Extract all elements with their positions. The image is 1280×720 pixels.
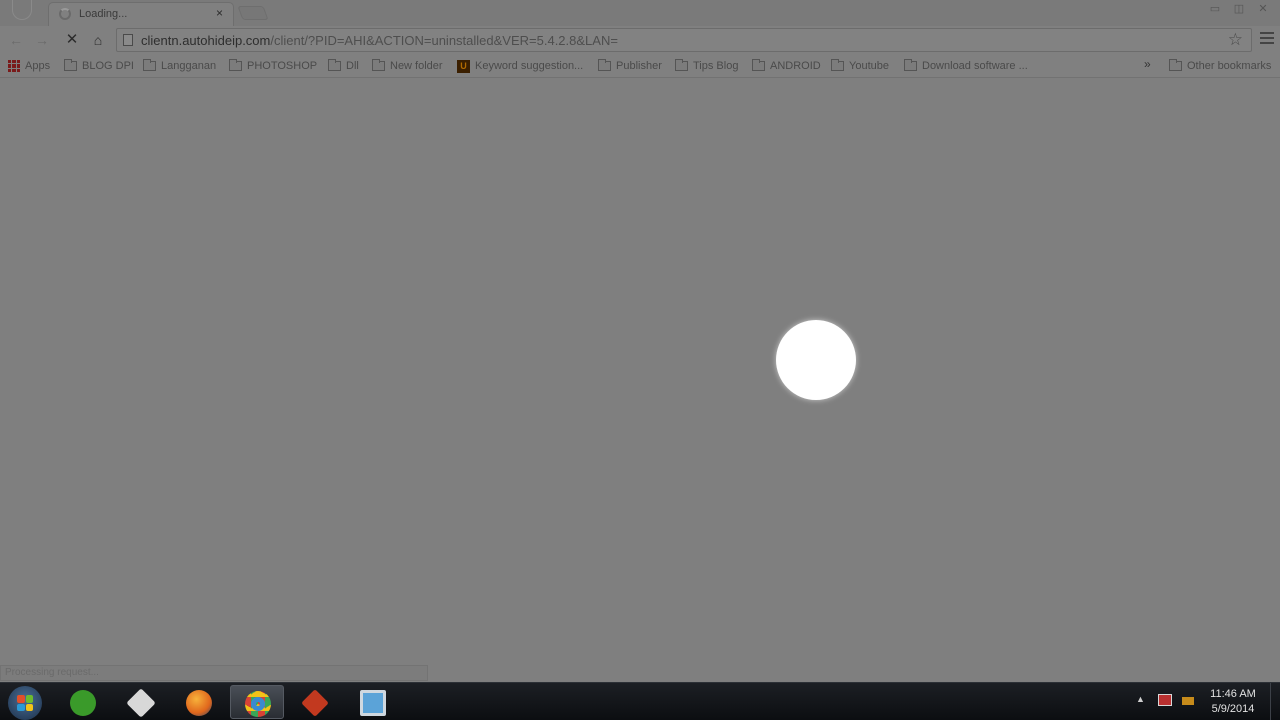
show-desktop-button[interactable] (1270, 683, 1280, 720)
maximize-button[interactable]: ◫ (1228, 1, 1250, 17)
bookmark-label: New folder (390, 60, 443, 72)
bookmark-label: Langganan (161, 60, 217, 72)
chrome-icon (245, 691, 271, 717)
bookmarks-bar: Apps BLOG DPI Langganan PHOTOSHOP Dll Ne… (0, 54, 1280, 78)
back-button[interactable]: ← (6, 30, 26, 50)
profile-icon[interactable] (12, 0, 32, 20)
clock-date: 5/9/2014 (1211, 703, 1255, 715)
screen: Loading... × ▭ ◫ ✕ ← → ✕ ⌂ clientn.autoh… (0, 0, 1280, 720)
tab-strip: Loading... × ▭ ◫ ✕ (0, 0, 1280, 26)
close-window-button[interactable]: ✕ (1252, 1, 1274, 17)
tool-app-icon (301, 689, 329, 717)
taskbar-app-active[interactable] (230, 685, 284, 719)
other-bookmarks-label: Other bookmarks (1187, 60, 1272, 72)
cursor-highlight (776, 320, 856, 400)
firefox-icon (186, 690, 212, 716)
window-controls: ▭ ◫ ✕ (1204, 1, 1274, 17)
tab-title: Loading... (79, 8, 128, 20)
forward-button[interactable]: → (32, 30, 52, 50)
page-content (0, 79, 1280, 682)
bookmark-label: Tips Blog (693, 60, 739, 72)
address-url[interactable]: clientn.autohideip.com/client/?PID=AHI&A… (141, 33, 618, 48)
url-path: /client/?PID=AHI&ACTION=uninstalled&VER=… (270, 33, 618, 48)
bookmark-folder[interactable]: New folder (372, 58, 443, 74)
stop-loading-button[interactable]: ✕ (62, 30, 82, 50)
taskbar-app[interactable] (56, 685, 110, 719)
bookmark-label: PHOTOSHOP (247, 60, 318, 72)
taskbar (0, 682, 1280, 720)
folder-icon (675, 59, 688, 71)
bookmark-label: Download software ... (922, 60, 1028, 72)
bookmark-folder[interactable]: Tips Blog (675, 58, 738, 74)
folder-icon (372, 59, 385, 71)
folder-icon (904, 59, 917, 71)
folder-icon (831, 59, 844, 71)
bookmark-label: Apps (25, 60, 51, 72)
menu-icon[interactable] (1260, 32, 1274, 46)
taskbar-app[interactable] (172, 685, 226, 719)
page-icon (123, 34, 133, 46)
url-domain: clientn.autohideip.com (141, 33, 271, 48)
taskbar-app[interactable] (346, 685, 400, 719)
bookmark-apps[interactable]: Apps (8, 58, 50, 74)
network-icon[interactable] (1182, 697, 1194, 705)
taskbar-clock[interactable]: 11:46 AM 5/9/2014 (1206, 687, 1260, 717)
folder-icon (752, 59, 765, 71)
clock-time: 11:46 AM (1210, 688, 1256, 700)
bookmark-label: Youtube (849, 60, 889, 72)
taskbar-app[interactable] (114, 685, 168, 719)
bookmark-label: BLOG DPI (82, 60, 134, 72)
remote-desktop-icon (360, 690, 386, 716)
delphi-app-icon (126, 688, 156, 718)
bookmark-keyword-suggestion[interactable]: U Keyword suggestion... (457, 58, 583, 74)
other-bookmarks[interactable]: Other bookmarks (1169, 58, 1271, 74)
bookmark-star-icon[interactable]: ☆ (1228, 30, 1243, 50)
loading-spinner-icon (59, 8, 71, 20)
bookmarks-overflow-chevron-icon[interactable]: » (1144, 57, 1151, 71)
bookmark-folder[interactable]: Youtube (831, 58, 889, 74)
bookmark-folder[interactable]: ANDROID (752, 58, 821, 74)
action-center-flag-icon[interactable] (1158, 694, 1172, 706)
taskbar-app[interactable] (288, 685, 342, 719)
bookmark-folder[interactable]: PHOTOSHOP (229, 58, 317, 74)
new-tab-button[interactable] (237, 6, 269, 20)
apps-grid-icon (8, 60, 20, 72)
bookmark-folder[interactable]: Langganan (143, 58, 216, 74)
bookmark-folder[interactable]: Dll (328, 58, 359, 74)
folder-icon (598, 59, 611, 71)
bookmark-folder[interactable]: Publisher (598, 58, 662, 74)
bookmark-folder[interactable]: BLOG DPI (64, 58, 134, 74)
tray-expand-icon[interactable]: ▲ (1136, 694, 1145, 704)
green-app-icon (70, 690, 96, 716)
bookmark-label: ANDROID (770, 60, 821, 72)
bookmark-label: Dll (346, 60, 359, 72)
tab-close-icon[interactable]: × (216, 6, 223, 20)
bookmark-label: Keyword suggestion... (475, 60, 584, 72)
keyword-tool-icon: U (457, 59, 470, 73)
browser-toolbar: ← → ✕ ⌂ clientn.autohideip.com/client/?P… (0, 26, 1280, 54)
folder-icon (143, 59, 156, 71)
status-bubble: Processing request... (0, 665, 428, 681)
folder-icon (229, 59, 242, 71)
home-button[interactable]: ⌂ (88, 30, 108, 50)
minimize-button[interactable]: ▭ (1204, 1, 1226, 17)
start-button[interactable] (8, 686, 42, 720)
folder-icon (328, 59, 341, 71)
folder-icon (1169, 59, 1182, 71)
address-bar[interactable]: clientn.autohideip.com/client/?PID=AHI&A… (116, 28, 1252, 52)
bookmark-label: Publisher (616, 60, 662, 72)
bookmark-folder[interactable]: Download software ... (904, 58, 1028, 74)
tab-loading[interactable]: Loading... × (48, 2, 234, 26)
windows-logo-icon (17, 695, 33, 711)
folder-icon (64, 59, 77, 71)
